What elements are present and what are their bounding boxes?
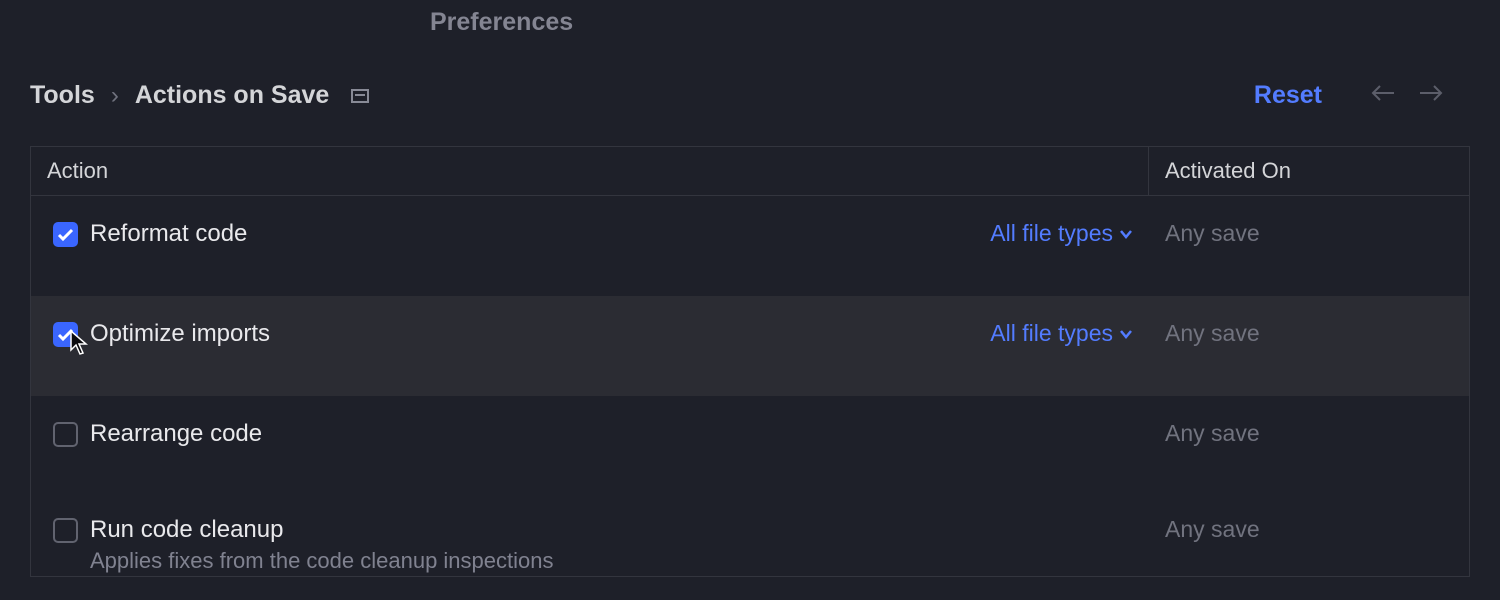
chevron-down-icon [1119, 229, 1133, 239]
file-type-scope-dropdown[interactable]: All file types [990, 220, 1133, 247]
table-row[interactable]: Rearrange code Any save [31, 396, 1469, 496]
arrow-back-icon[interactable] [1370, 83, 1396, 109]
checkbox-rearrange-code[interactable] [53, 422, 78, 447]
action-label: Reformat code [90, 220, 247, 248]
page-title: Preferences [0, 0, 1500, 37]
column-header-activated[interactable]: Activated On [1149, 147, 1469, 195]
column-header-action[interactable]: Action [31, 147, 1149, 195]
checkbox-run-code-cleanup[interactable] [53, 518, 78, 543]
action-label: Optimize imports [90, 320, 270, 348]
action-description: Applies fixes from the code cleanup insp… [90, 548, 553, 574]
file-type-scope-dropdown[interactable]: All file types [990, 320, 1133, 347]
table-header: Action Activated On [31, 147, 1469, 196]
action-label: Rearrange code [90, 420, 262, 448]
activated-on-label: Any save [1165, 320, 1260, 346]
actions-table: Action Activated On Reformat code All fi… [30, 146, 1470, 577]
settings-page-icon[interactable] [351, 89, 369, 103]
activated-on-label: Any save [1165, 420, 1260, 446]
activated-on-label: Any save [1165, 516, 1260, 542]
chevron-down-icon [1119, 329, 1133, 339]
reset-button[interactable]: Reset [1254, 81, 1322, 110]
checkbox-optimize-imports[interactable] [53, 322, 78, 347]
action-label: Run code cleanup [90, 516, 553, 544]
chevron-right-icon: › [111, 82, 119, 110]
table-row[interactable]: Run code cleanup Applies fixes from the … [31, 496, 1469, 576]
table-row[interactable]: Optimize imports All file types Any save [31, 296, 1469, 396]
table-row[interactable]: Reformat code All file types Any save [31, 196, 1469, 296]
breadcrumb-current: Actions on Save [135, 81, 330, 110]
breadcrumb-parent[interactable]: Tools [30, 81, 95, 110]
activated-on-label: Any save [1165, 220, 1260, 246]
header: Tools › Actions on Save Reset [0, 37, 1500, 132]
breadcrumb: Tools › Actions on Save [30, 81, 1254, 110]
arrow-forward-icon[interactable] [1418, 83, 1444, 109]
checkbox-reformat-code[interactable] [53, 222, 78, 247]
